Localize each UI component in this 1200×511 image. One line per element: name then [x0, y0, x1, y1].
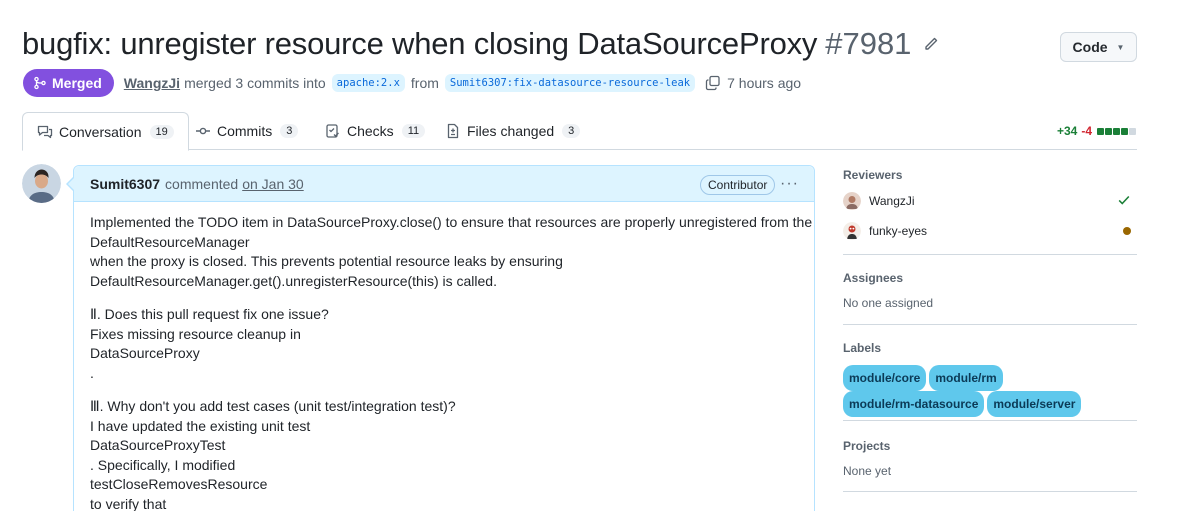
pr-title-row: bugfix: unregister resource when closing…	[22, 26, 939, 62]
reviewers-heading[interactable]: Reviewers	[843, 168, 1137, 182]
pr-number: #7981	[825, 26, 912, 61]
pr-tabs: Conversation 19 Commits 3 Checks 11 File…	[22, 112, 1137, 151]
head-branch[interactable]: Sumit6307:fix-datasource-resource-leak	[444, 74, 696, 92]
diffstat-block	[1129, 127, 1136, 135]
comment-line: .	[90, 364, 94, 381]
file-diff-icon	[447, 123, 459, 139]
labels-section: Labels module/core module/rmmodule/rm-dat…	[843, 341, 1137, 417]
comment-line: I have updated the existing unit test	[90, 417, 311, 434]
avatar[interactable]	[22, 164, 61, 203]
comment-line: DefaultResourceManager	[90, 233, 250, 250]
diffstat-block	[1097, 127, 1104, 135]
pr-title: bugfix: unregister resource when closing…	[22, 26, 818, 61]
projects-section: Projects None yet	[843, 439, 1137, 478]
label-chip[interactable]: module/rm	[929, 365, 1003, 391]
tab-files-changed[interactable]: Files changed 3	[445, 112, 581, 150]
code-button-label: Code	[1072, 39, 1108, 55]
comment-body: Implemented the TODO item in DataSourceP…	[74, 202, 814, 511]
label-chip[interactable]: module/core	[843, 365, 927, 391]
reviewer-name: funky-eyes	[869, 224, 928, 238]
tab-files-changed-count: 3	[562, 124, 581, 138]
comment-line: Ⅱ. Does this pull request fix one issue?	[90, 306, 329, 322]
tab-conversation[interactable]: Conversation 19	[22, 112, 189, 151]
divider	[843, 491, 1137, 492]
diffstat-additions: +34	[1056, 124, 1078, 138]
comment-line: when the proxy is closed. This prevents …	[90, 253, 563, 269]
kebab-menu-icon[interactable]: ···	[780, 175, 799, 193]
reviewer-name: WangzJi	[869, 194, 915, 208]
comment-line: Implemented the TODO item in DataSourceP…	[90, 214, 813, 230]
comment-action: commented	[165, 175, 239, 192]
projects-heading[interactable]: Projects	[843, 439, 1137, 453]
checklist-icon	[326, 124, 339, 138]
comment-line: . Specifically, I modified	[90, 456, 236, 473]
comment-header: Sumit6307 commented on Jan 30 Contributo…	[74, 166, 814, 202]
reviewer-row[interactable]: WangzJi	[843, 192, 1137, 210]
copy-icon[interactable]	[705, 75, 721, 91]
diffstat-deletions: -4	[1081, 124, 1092, 138]
comment-author[interactable]: Sumit6307	[90, 176, 160, 192]
pr-meta-row: Merged WangzJi merged 3 commits into apa…	[23, 69, 807, 97]
pending-dot-icon	[1123, 227, 1131, 235]
label-chip[interactable]: module/server	[987, 391, 1082, 417]
divider	[843, 420, 1137, 421]
avatar	[843, 222, 861, 240]
diffstat-block	[1105, 127, 1112, 135]
diffstat-block	[1113, 127, 1120, 135]
reviewer-row[interactable]: funky-eyes	[843, 222, 1137, 240]
from-text: from	[410, 75, 439, 91]
merged-status-label: Merged	[52, 75, 102, 91]
base-branch[interactable]: apache:2.x	[331, 74, 405, 92]
label-chip[interactable]: module/rm-datasource	[843, 391, 985, 417]
assignees-value: No one assigned	[843, 296, 934, 310]
comment-line: Ⅲ. Why don't you add test cases (unit te…	[90, 398, 456, 414]
comment-date[interactable]: on Jan 30	[242, 176, 304, 192]
caret-down-icon: ▼	[1116, 42, 1125, 52]
avatar	[843, 192, 861, 210]
tab-files-changed-label: Files changed	[467, 123, 555, 139]
assignees-section: Assignees No one assigned	[843, 271, 1137, 310]
comment-line: DataSourceProxyTest	[90, 437, 226, 453]
tab-commits[interactable]: Commits 3	[195, 112, 299, 150]
git-commit-icon	[196, 127, 210, 135]
diffstat-block	[1121, 127, 1128, 135]
comment-line: testCloseRemovesResource	[90, 476, 268, 492]
comment-card: Sumit6307 commented on Jan 30 Contributo…	[66, 165, 815, 511]
comment-line: DataSourceProxy	[90, 345, 200, 361]
tab-commits-label: Commits	[217, 123, 273, 139]
diffstat: +34 -4	[1057, 124, 1137, 138]
assignees-heading[interactable]: Assignees	[843, 271, 1137, 285]
merger-link[interactable]: WangzJi	[124, 75, 180, 91]
tab-checks[interactable]: Checks 11	[325, 112, 426, 150]
git-merge-icon	[34, 76, 46, 90]
check-icon	[1117, 193, 1131, 210]
labels-heading[interactable]: Labels	[843, 341, 1137, 355]
tab-checks-label: Checks	[347, 123, 394, 139]
comment-discussion-icon	[37, 125, 53, 138]
code-button[interactable]: Code ▼	[1060, 32, 1137, 62]
tab-conversation-label: Conversation	[59, 123, 142, 140]
comment-line: DefaultResourceManager.get().unregisterR…	[90, 272, 497, 289]
tab-conversation-count: 19	[149, 124, 174, 139]
divider	[843, 254, 1137, 255]
tab-checks-count: 11	[401, 124, 426, 138]
merged-time: 7 hours ago	[727, 75, 802, 91]
comment-line: to verify that	[90, 495, 167, 511]
reviewers-section: Reviewers	[843, 168, 1137, 182]
pencil-icon[interactable]	[923, 36, 939, 52]
merged-status-badge: Merged	[23, 69, 114, 97]
tab-commits-count: 3	[280, 124, 299, 138]
contributor-badge: Contributor	[700, 175, 776, 195]
projects-value: None yet	[843, 464, 892, 478]
merged-text: merged 3 commits into	[184, 75, 326, 91]
comment-line: Fixes missing resource cleanup in	[90, 325, 301, 342]
divider	[843, 324, 1137, 325]
